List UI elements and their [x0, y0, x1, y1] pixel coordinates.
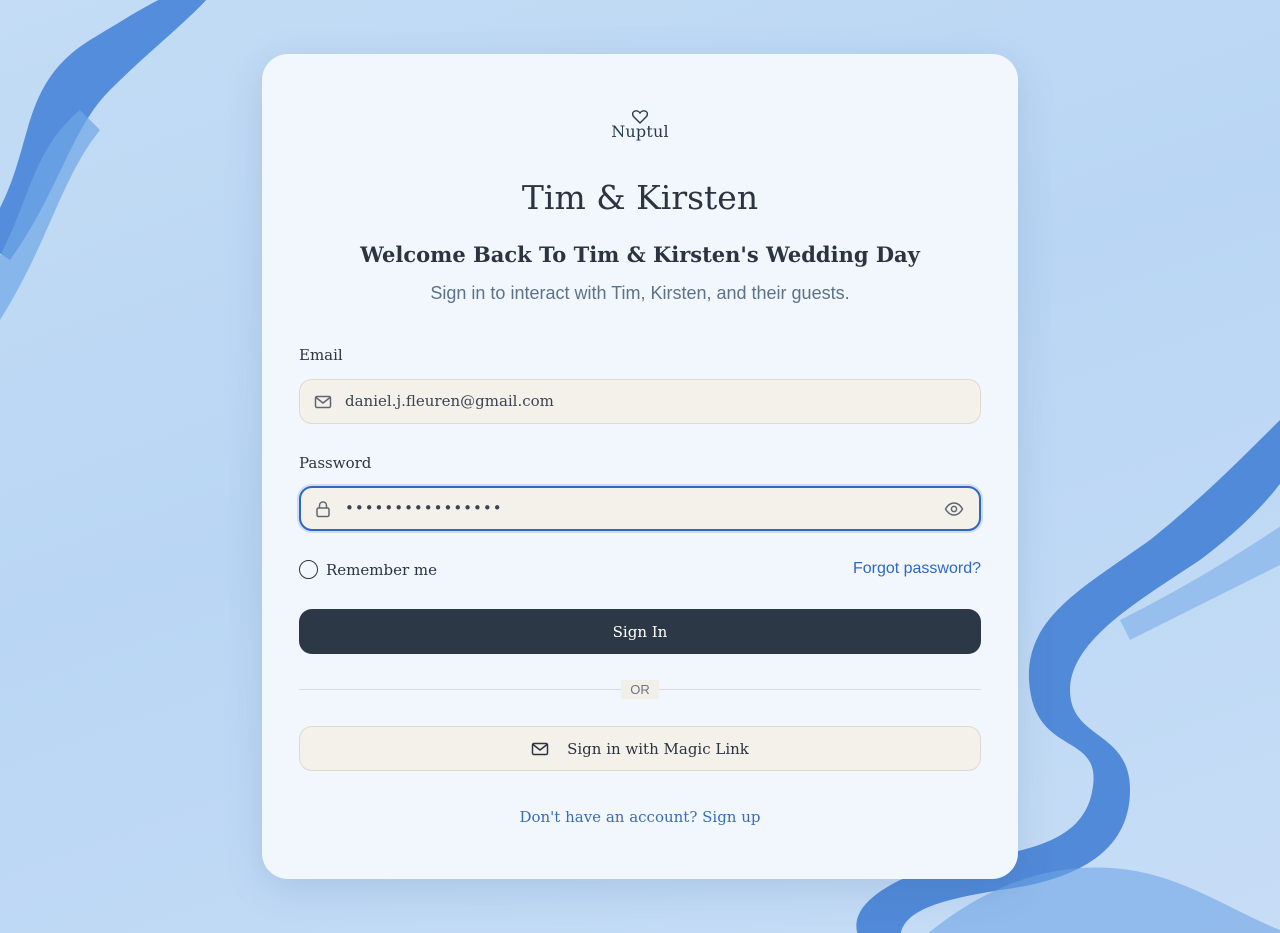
eye-icon[interactable] — [944, 500, 964, 518]
forgot-password-link[interactable]: Forgot password? — [853, 560, 981, 578]
login-card: Nuptul Tim & Kirsten Welcome Back To Tim… — [262, 54, 1018, 879]
or-label: OR — [621, 680, 659, 699]
magic-link-button[interactable]: Sign in with Magic Link — [299, 726, 981, 771]
password-label: Password — [299, 454, 372, 472]
email-label: Email — [299, 346, 343, 364]
sign-in-button[interactable]: Sign In — [299, 609, 981, 654]
brand-logo: Nuptul — [262, 110, 1018, 141]
remember-checkbox[interactable] — [299, 560, 318, 579]
remember-me[interactable]: Remember me — [299, 560, 437, 579]
password-value[interactable]: •••••••••••••••• — [345, 499, 503, 517]
password-field[interactable]: •••••••••••••••• — [299, 486, 981, 531]
mail-icon — [531, 742, 549, 755]
welcome-heading: Welcome Back To Tim & Kirsten's Wedding … — [360, 242, 920, 267]
page-title: Tim & Kirsten — [521, 178, 759, 217]
email-field[interactable]: daniel.j.fleuren@gmail.com — [299, 379, 981, 424]
subtitle: Sign in to interact with Tim, Kirsten, a… — [430, 283, 850, 303]
brand-name: Nuptul — [611, 122, 669, 141]
email-value[interactable]: daniel.j.fleuren@gmail.com — [345, 392, 554, 410]
lock-icon — [316, 501, 330, 518]
magic-link-label: Sign in with Magic Link — [567, 739, 749, 758]
remember-label: Remember me — [326, 560, 438, 579]
sign-up-link[interactable]: Don't have an account? Sign up — [262, 808, 1018, 826]
mail-icon — [314, 395, 332, 409]
